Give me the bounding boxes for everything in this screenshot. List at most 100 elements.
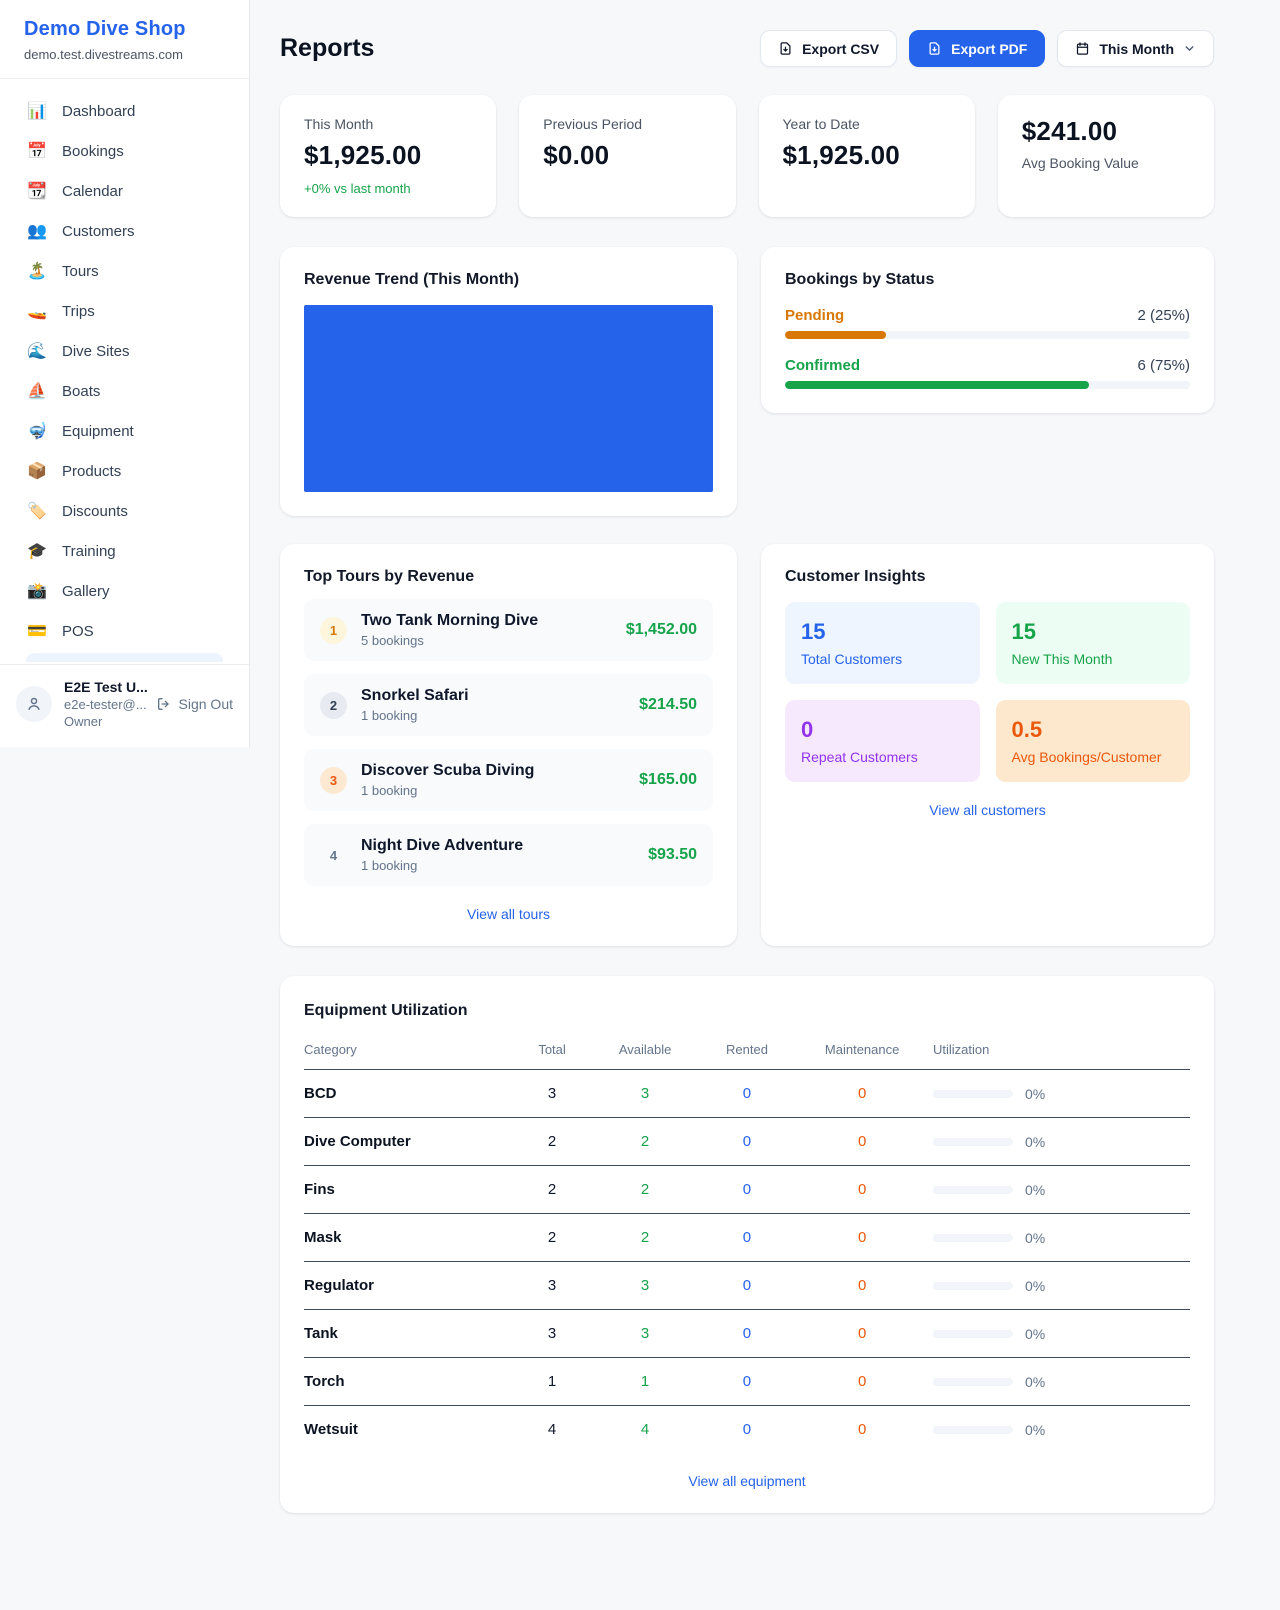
- sidebar-item-trips[interactable]: 🚤Trips: [12, 293, 237, 330]
- user-role: Owner: [64, 714, 144, 729]
- cell-category: Torch: [304, 1358, 517, 1406]
- shop-domain: demo.test.divestreams.com: [24, 47, 225, 62]
- utilization-cell: 0%: [933, 1326, 1190, 1342]
- table-row: Wetsuit 4 4 0 0 0%: [304, 1406, 1190, 1454]
- utilization-label: 0%: [1025, 1422, 1045, 1438]
- sidebar-item-label: Dashboard: [62, 103, 135, 120]
- stat-label: Previous Period: [543, 116, 711, 132]
- utilization-label: 0%: [1025, 1086, 1045, 1102]
- utilization-bar-track: [933, 1282, 1013, 1290]
- sidebar-item-dashboard[interactable]: 📊Dashboard: [12, 93, 237, 130]
- sidebar-item-label: Bookings: [62, 143, 124, 160]
- utilization-label: 0%: [1025, 1134, 1045, 1150]
- tours-icon: 🏝️: [26, 264, 48, 280]
- utilization-cell: 0%: [933, 1230, 1190, 1246]
- status-bar-fill: [785, 331, 886, 339]
- sidebar-item-pos[interactable]: 💳POS: [12, 613, 237, 650]
- cell-available: 3: [588, 1310, 703, 1358]
- sidebar-item-tours[interactable]: 🏝️Tours: [12, 253, 237, 290]
- insight-tile-repeat-customers: 0 Repeat Customers: [785, 700, 980, 782]
- sidebar-item-label: Boats: [62, 383, 100, 400]
- cell-available: 2: [588, 1166, 703, 1214]
- column-header-available: Available: [588, 1034, 703, 1070]
- sidebar-item-discounts[interactable]: 🏷️Discounts: [12, 493, 237, 530]
- top-tours-card: Top Tours by Revenue 1 Two Tank Morning …: [280, 544, 737, 946]
- insight-value: 0.5: [1012, 717, 1175, 743]
- insight-label: Total Customers: [801, 651, 964, 667]
- stat-label: Avg Booking Value: [1022, 155, 1190, 171]
- cell-rented: 0: [703, 1214, 792, 1262]
- status-bar-fill: [785, 381, 1089, 389]
- cell-maintenance: 0: [791, 1310, 933, 1358]
- cell-total: 4: [517, 1406, 588, 1454]
- view-all-equipment-link[interactable]: View all equipment: [304, 1473, 1190, 1489]
- sidebar-item-boats[interactable]: ⛵Boats: [12, 373, 237, 410]
- insight-grid: 15 Total Customers 15 New This Month 0 R…: [785, 602, 1190, 782]
- insight-label: Repeat Customers: [801, 749, 964, 765]
- customers-icon: 👥: [26, 224, 48, 240]
- stat-card-previous-period: Previous Period $0.00: [519, 95, 735, 217]
- sign-out-label: Sign Out: [179, 696, 233, 712]
- view-all-tours-link[interactable]: View all tours: [304, 906, 713, 922]
- cell-available: 2: [588, 1118, 703, 1166]
- utilization-bar-track: [933, 1138, 1013, 1146]
- cell-rented: 0: [703, 1406, 792, 1454]
- insight-value: 15: [801, 619, 964, 645]
- cell-available: 4: [588, 1406, 703, 1454]
- stats-row: This Month $1,925.00 +0% vs last month P…: [280, 95, 1214, 217]
- file-download-icon: [778, 41, 793, 56]
- utilization-bar-track: [933, 1234, 1013, 1242]
- utilization-cell: 0%: [933, 1182, 1190, 1198]
- column-header-maintenance: Maintenance: [791, 1034, 933, 1070]
- tour-row[interactable]: 2 Snorkel Safari 1 booking $214.50: [304, 674, 713, 736]
- sidebar-item-bookings[interactable]: 📅Bookings: [12, 133, 237, 170]
- chevron-down-icon: [1183, 42, 1196, 55]
- products-icon: 📦: [26, 464, 48, 480]
- tour-row[interactable]: 3 Discover Scuba Diving 1 booking $165.0…: [304, 749, 713, 811]
- export-csv-button[interactable]: Export CSV: [760, 30, 897, 67]
- sidebar-item-label: Dive Sites: [62, 343, 130, 360]
- cell-category: Dive Computer: [304, 1118, 517, 1166]
- view-all-customers-link[interactable]: View all customers: [785, 802, 1190, 818]
- sidebar-item-dive-sites[interactable]: 🌊Dive Sites: [12, 333, 237, 370]
- calendar-icon: 📆: [26, 184, 48, 200]
- period-dropdown[interactable]: This Month: [1057, 30, 1214, 67]
- cell-total: 3: [517, 1262, 588, 1310]
- stat-delta: +0% vs last month: [304, 181, 472, 196]
- sidebar-item-label: Equipment: [62, 423, 134, 440]
- utilization-label: 0%: [1025, 1278, 1045, 1294]
- insight-value: 0: [801, 717, 964, 743]
- sidebar-item-equipment[interactable]: 🤿Equipment: [12, 413, 237, 450]
- cell-maintenance: 0: [791, 1070, 933, 1118]
- cell-total: 3: [517, 1310, 588, 1358]
- cell-maintenance: 0: [791, 1358, 933, 1406]
- table-row: Mask 2 2 0 0 0%: [304, 1214, 1190, 1262]
- insight-label: New This Month: [1012, 651, 1175, 667]
- export-pdf-button[interactable]: Export PDF: [909, 30, 1045, 67]
- cell-rented: 0: [703, 1358, 792, 1406]
- sign-out-button[interactable]: Sign Out: [156, 696, 233, 712]
- table-row: BCD 3 3 0 0 0%: [304, 1070, 1190, 1118]
- tour-row[interactable]: 1 Two Tank Morning Dive 5 bookings $1,45…: [304, 599, 713, 661]
- sidebar-item-gallery[interactable]: 📸Gallery: [12, 573, 237, 610]
- main-content: Reports Export CSV Export PDF This Month…: [250, 0, 1280, 1573]
- top-tours-title: Top Tours by Revenue: [304, 568, 713, 586]
- charts-row: Revenue Trend (This Month) Bookings by S…: [280, 247, 1214, 516]
- tour-row[interactable]: 4 Night Dive Adventure 1 booking $93.50: [304, 824, 713, 886]
- person-icon: [25, 695, 43, 713]
- utilization-cell: 0%: [933, 1422, 1190, 1438]
- sidebar: Demo Dive Shop demo.test.divestreams.com…: [0, 0, 250, 747]
- cell-rented: 0: [703, 1310, 792, 1358]
- cell-total: 3: [517, 1070, 588, 1118]
- customer-insights-title: Customer Insights: [785, 568, 1190, 586]
- sidebar-item-training[interactable]: 🎓Training: [12, 533, 237, 570]
- sidebar-item-customers[interactable]: 👥Customers: [12, 213, 237, 250]
- cell-rented: 0: [703, 1166, 792, 1214]
- sidebar-item-calendar[interactable]: 📆Calendar: [12, 173, 237, 210]
- sidebar-item-products[interactable]: 📦Products: [12, 453, 237, 490]
- customer-insights-card: Customer Insights 15 Total Customers 15 …: [761, 544, 1214, 946]
- utilization-label: 0%: [1025, 1230, 1045, 1246]
- cell-rented: 0: [703, 1118, 792, 1166]
- tour-name: Snorkel Safari: [361, 687, 625, 705]
- cell-total: 2: [517, 1214, 588, 1262]
